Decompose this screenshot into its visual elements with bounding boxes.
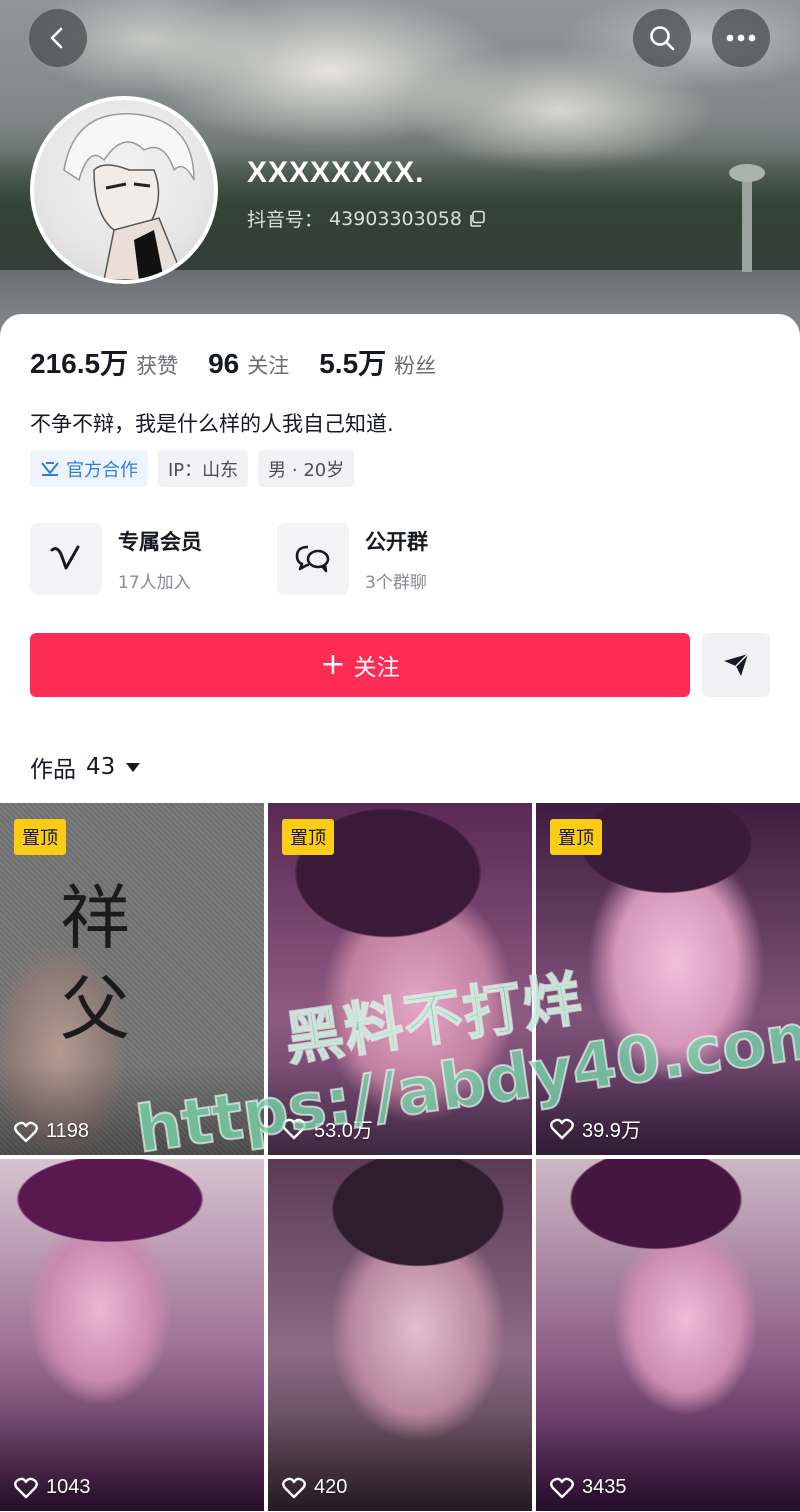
pinned-badge: 置顶 <box>282 819 334 855</box>
heart-icon <box>550 1477 574 1498</box>
tags-row: 官方合作 IP：山东 男 · 20岁 <box>30 450 355 487</box>
likes-label: 获赞 <box>136 354 179 378</box>
group-sub: 3个群聊 <box>365 572 427 593</box>
tile-likes: 1198 <box>14 1120 89 1143</box>
membership-sub: 17人加入 <box>118 572 191 593</box>
tile-likes: 420 <box>282 1476 347 1499</box>
likes-count: 420 <box>314 1476 348 1498</box>
stats-row: 216.5万 获赞 96 关注 5.5万 粉丝 <box>30 342 466 382</box>
avatar[interactable] <box>30 96 218 284</box>
gender-age-label: 男 · 20岁 <box>268 459 345 481</box>
chat-bubbles-icon <box>295 545 330 573</box>
official-tag-label: 官方合作 <box>66 459 138 481</box>
plus-icon: + <box>320 647 346 682</box>
likes-count: 53.0万 <box>314 1120 373 1142</box>
membership-title: 专属会员 <box>118 529 202 554</box>
share-button[interactable] <box>702 633 770 697</box>
ip-tag-label: IP：山东 <box>168 459 239 481</box>
heart-icon <box>550 1118 574 1139</box>
group-title: 公开群 <box>365 529 428 554</box>
video-tile[interactable]: 1043 <box>0 1159 264 1511</box>
pinned-badge: 置顶 <box>14 819 66 855</box>
v-icon <box>50 545 80 570</box>
video-grid: 祥 父 置顶 1198 置顶 53.0万 置顶 39.9万 1043 420 3… <box>0 803 800 1512</box>
send-arrow-icon <box>724 653 749 676</box>
uid-row[interactable]: 抖音号： 43903303058 <box>247 205 486 232</box>
group-icon-box <box>277 523 349 595</box>
back-button[interactable] <box>29 9 87 67</box>
bio-text: 不争不辩，我是什么样的人我自己知道. <box>30 412 394 436</box>
followers-label[interactable]: 粉丝 <box>394 350 436 380</box>
pinned-badge: 置顶 <box>550 819 602 855</box>
tile-likes: 3435 <box>550 1476 627 1499</box>
gender-age-tag: 男 · 20岁 <box>258 450 355 487</box>
works-count: 43 <box>86 754 116 780</box>
following-label[interactable]: 关注 <box>247 350 289 380</box>
tile-likes: 1043 <box>14 1476 91 1499</box>
following-count[interactable]: 96 <box>208 348 239 380</box>
chevron-left-icon <box>50 27 63 49</box>
more-button[interactable] <box>712 9 770 67</box>
heart-icon <box>14 1121 38 1142</box>
tile-gravestone-glyphs: 祥 父 <box>60 877 130 1050</box>
search-icon <box>650 26 675 51</box>
membership-entry[interactable]: 专属会员 17人加入 <box>30 522 202 596</box>
official-badge-icon <box>41 461 59 476</box>
cover-tower <box>729 164 765 272</box>
likes-count: 1043 <box>46 1476 91 1498</box>
works-tab[interactable]: 作品 43 <box>30 750 141 784</box>
features-row: 专属会员 17人加入 公开群 3个群聊 <box>30 522 770 596</box>
heart-icon <box>282 1118 306 1139</box>
video-tile[interactable]: 3435 <box>536 1159 800 1511</box>
tile-likes: 39.9万 <box>550 1114 641 1143</box>
more-dots-icon <box>726 34 756 42</box>
video-tile[interactable]: 祥 父 置顶 1198 <box>0 803 264 1155</box>
likes-count: 216.5万 <box>30 348 129 379</box>
official-tag[interactable]: 官方合作 <box>30 450 148 487</box>
uid-value: 43903303058 <box>329 207 462 230</box>
follow-button[interactable]: + 关注 <box>30 633 690 697</box>
avatar-illustration <box>63 113 195 280</box>
heart-icon <box>14 1477 38 1498</box>
likes-count: 3435 <box>582 1476 627 1498</box>
group-entry[interactable]: 公开群 3个群聊 <box>277 522 428 596</box>
works-label: 作品 <box>30 757 76 783</box>
video-tile[interactable]: 置顶 39.9万 <box>536 803 800 1155</box>
tile-likes: 53.0万 <box>282 1114 373 1143</box>
video-tile[interactable]: 420 <box>268 1159 532 1511</box>
membership-icon-box <box>30 523 102 595</box>
copy-icon[interactable] <box>468 210 486 228</box>
follow-label: 关注 <box>353 655 400 681</box>
video-tile[interactable]: 置顶 53.0万 <box>268 803 532 1155</box>
nickname: XXXXXXXX. <box>247 156 425 189</box>
ip-tag: IP：山东 <box>158 450 249 487</box>
uid-label: 抖音号： <box>247 209 324 231</box>
followers-count[interactable]: 5.5万 <box>319 342 386 382</box>
heart-icon <box>282 1477 306 1498</box>
triangle-down-icon <box>126 763 141 772</box>
likes-count: 39.9万 <box>582 1120 641 1142</box>
search-button[interactable] <box>633 9 691 67</box>
likes-count: 1198 <box>46 1120 90 1142</box>
